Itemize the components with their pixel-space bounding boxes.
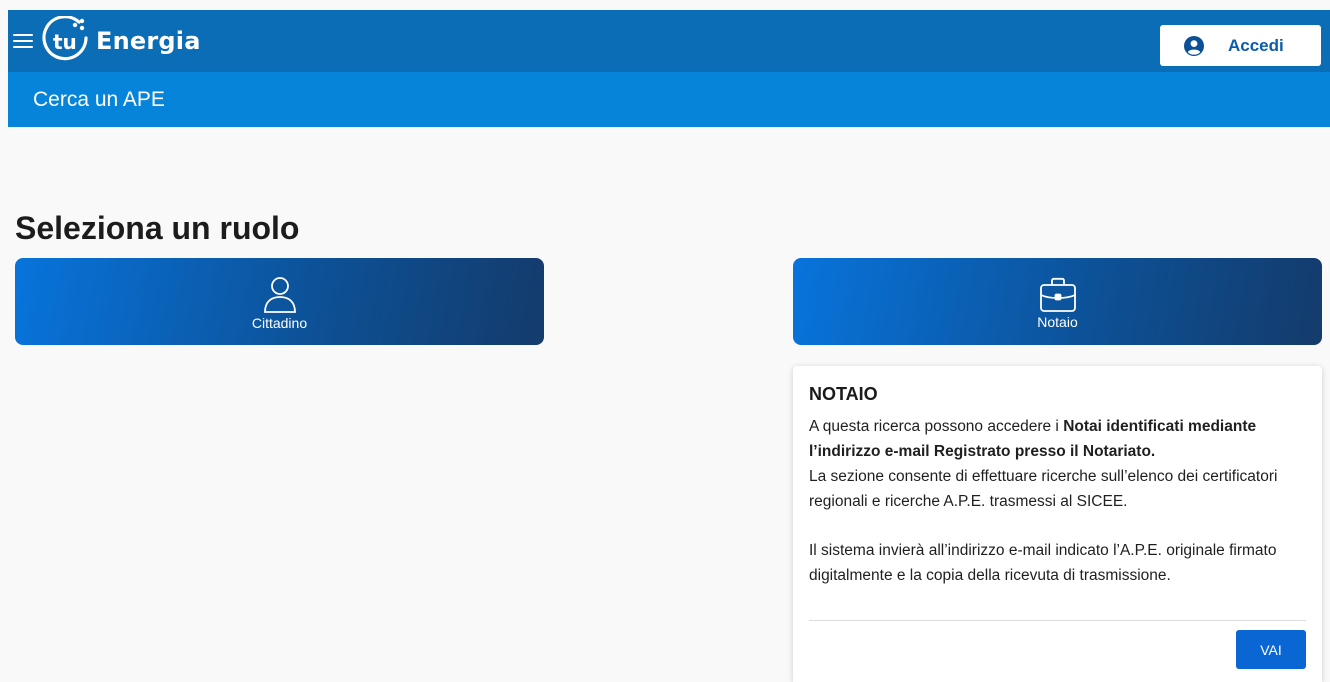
logo[interactable]: tu Energia [42, 16, 201, 66]
panel-text-delivery: Il sistema invierà all’indirizzo e-mail … [809, 542, 1277, 584]
logo-text: Energia [96, 27, 201, 55]
login-button-label: Accedi [1228, 35, 1284, 55]
page-header-title: Cerca un APE [33, 87, 165, 111]
logo-mark-text: tu [53, 30, 77, 54]
account-circle-icon [1184, 35, 1204, 56]
role-card-notaio[interactable]: Notaio [793, 258, 1322, 345]
logo-mark-icon: tu [42, 16, 88, 61]
role-label-cittadino: Cittadino [251, 315, 308, 331]
panel-title: NOTAIO [809, 384, 878, 404]
briefcase-icon [1039, 277, 1077, 313]
page-title: Seleziona un ruolo [15, 210, 300, 246]
login-button[interactable]: Accedi [1160, 25, 1321, 66]
role-label-notaio: Notaio [1037, 314, 1078, 330]
vai-button[interactable]: VAI [1236, 630, 1306, 669]
panel-text-section: La sezione consente di effettuare ricerc… [809, 468, 1278, 510]
panel-text-intro: A questa ricerca possono accedere i [809, 418, 1064, 435]
panel-divider [809, 620, 1306, 621]
user-icon [262, 276, 298, 314]
page-header: Cerca un APE [8, 72, 1330, 127]
panel-description: A questa ricerca possono accedere i Nota… [809, 414, 1306, 588]
role-card-cittadino[interactable]: Cittadino [15, 258, 544, 345]
hamburger-menu-icon[interactable] [13, 34, 33, 48]
top-navbar: tu Energia Accedi [8, 10, 1330, 72]
notaio-info-panel: NOTAIO A questa ricerca possono accedere… [793, 366, 1322, 682]
